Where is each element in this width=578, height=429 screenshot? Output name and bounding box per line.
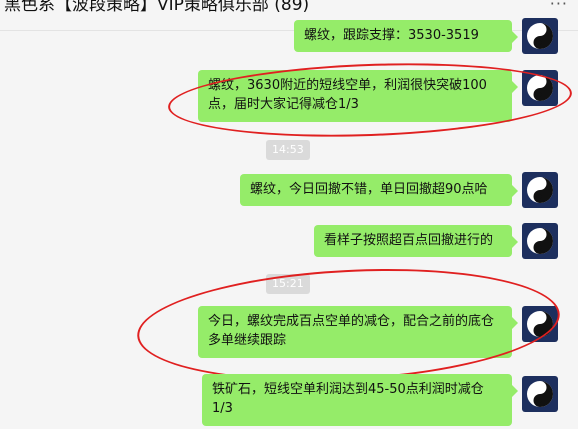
message-text: 螺纹，3630附近的短线空单，利润很快突破100点，届时大家记得减仓1/3 (208, 78, 487, 112)
message-bubble: 铁矿石，短线空单利润达到45-50点利润时减仓1/3 (202, 374, 518, 426)
timestamp: 15:21 (266, 274, 310, 294)
message-bubble: 今日，螺纹完成百点空单的减仓，配合之前的底仓多单继续跟踪 (198, 306, 518, 358)
yin-yang-icon (527, 228, 553, 254)
message-text: 铁矿石，短线空单利润达到45-50点利润时减仓1/3 (212, 382, 484, 416)
avatar[interactable] (522, 306, 558, 342)
chat-title: 黑色系【波段策略】VIP策略俱乐部 (89) (4, 0, 310, 15)
avatar[interactable] (522, 223, 558, 259)
more-dots-icon[interactable]: ··· (550, 0, 568, 13)
message-text: 螺纹，跟踪支撑：3530-3519 (304, 28, 479, 43)
avatar[interactable] (522, 18, 558, 54)
message-text: 螺纹，今日回撤不错，单日回撤超90点哈 (250, 182, 488, 197)
message-bubble: 螺纹，今日回撤不错，单日回撤超90点哈 (240, 174, 518, 206)
yin-yang-icon (527, 75, 553, 101)
yin-yang-icon (527, 311, 553, 337)
avatar[interactable] (522, 376, 558, 412)
timestamp: 14:53 (266, 140, 310, 160)
yin-yang-icon (527, 381, 553, 407)
message-text: 看样子按照超百点回撤进行的 (324, 233, 494, 248)
yin-yang-icon (527, 177, 553, 203)
message-text: 今日，螺纹完成百点空单的减仓，配合之前的底仓多单继续跟踪 (208, 314, 495, 348)
message-bubble: 看样子按照超百点回撤进行的 (314, 225, 518, 257)
message-bubble: 螺纹，3630附近的短线空单，利润很快突破100点，届时大家记得减仓1/3 (198, 70, 518, 122)
yin-yang-icon (527, 23, 553, 49)
avatar[interactable] (522, 172, 558, 208)
message-bubble: 螺纹，跟踪支撑：3530-3519 (294, 20, 518, 52)
avatar[interactable] (522, 70, 558, 106)
